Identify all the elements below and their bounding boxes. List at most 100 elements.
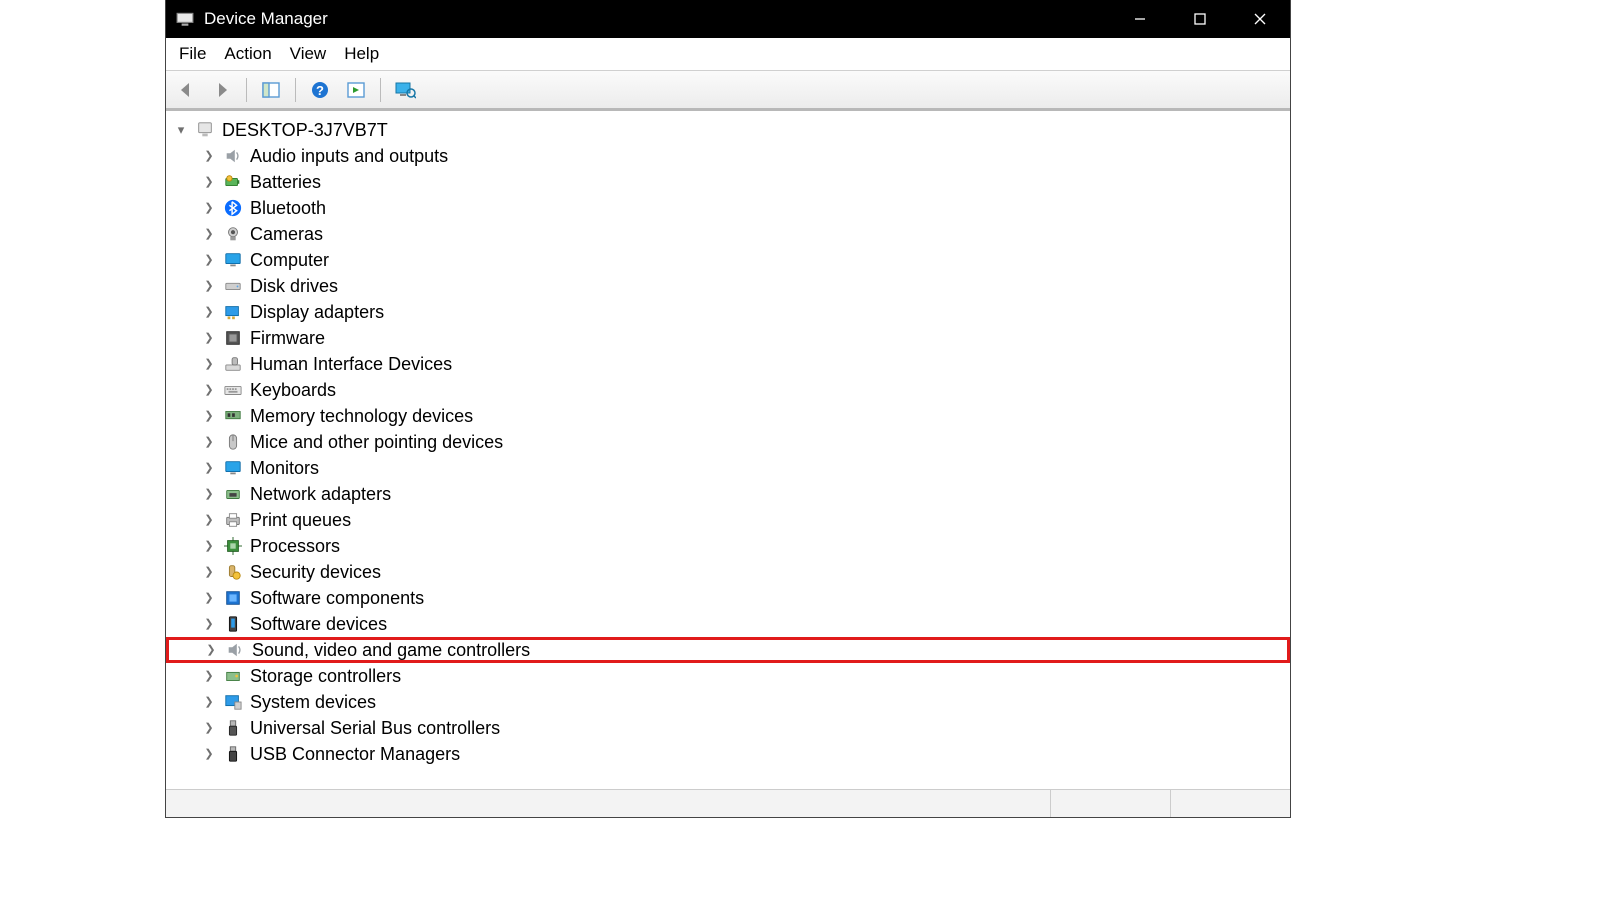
tree-category-node[interactable]: ❯Sound, video and game controllers [166,637,1290,663]
battery-icon [222,171,244,193]
chevron-right-icon[interactable]: ❯ [200,247,218,273]
tree-category-label: Firmware [250,325,325,351]
chevron-right-icon[interactable]: ❯ [200,715,218,741]
chevron-right-icon[interactable]: ❯ [200,195,218,221]
chevron-right-icon[interactable]: ❯ [200,169,218,195]
network-icon [222,483,244,505]
tree-category-node[interactable]: ❯ Monitors [166,455,1290,481]
firmware-icon [222,327,244,349]
chevron-right-icon[interactable]: ❯ [200,507,218,533]
statusbar [166,789,1290,817]
menu-view[interactable]: View [290,44,327,64]
toolbar: ? [166,71,1290,111]
memory-icon [222,405,244,427]
tree-category-label: System devices [250,689,376,715]
status-cell [1050,790,1170,817]
help-button[interactable]: ? [306,76,334,104]
forward-button[interactable] [208,76,236,104]
tree-category-node[interactable]: ❯ Computer [166,247,1290,273]
tree-category-label: Mice and other pointing devices [250,429,503,455]
chevron-right-icon[interactable]: ❯ [200,299,218,325]
tree-category-label: Network adapters [250,481,391,507]
tree-category-node[interactable]: ❯ USB Connector Managers [166,741,1290,767]
toolbar-separator [380,78,381,102]
tree-category-label: Processors [250,533,340,559]
back-button[interactable] [172,76,200,104]
properties-button[interactable] [342,76,370,104]
menu-file[interactable]: File [179,44,206,64]
chevron-right-icon[interactable]: ❯ [200,455,218,481]
tree-category-node[interactable]: ❯Batteries [166,169,1290,195]
close-button[interactable] [1230,0,1290,38]
usb-icon [222,717,244,739]
disk-icon [222,275,244,297]
chevron-right-icon[interactable]: ❯ [200,403,218,429]
menu-action[interactable]: Action [224,44,271,64]
maximize-button[interactable] [1170,0,1230,38]
app-icon [176,10,194,28]
chevron-right-icon[interactable]: ❯ [200,273,218,299]
tree-category-node[interactable]: ❯ Keyboards [166,377,1290,403]
tree-category-label: Disk drives [250,273,338,299]
status-cell [1170,790,1290,817]
chevron-right-icon[interactable]: ❯ [200,585,218,611]
tree-category-node[interactable]: ❯ Universal Serial Bus controllers [166,715,1290,741]
chevron-right-icon[interactable]: ❯ [200,325,218,351]
tree-category-node[interactable]: ❯ Processors [166,533,1290,559]
system-icon [222,691,244,713]
tree-category-node[interactable]: ❯ Print queues [166,507,1290,533]
tree-root-node[interactable]: ▾DESKTOP-3J7VB7T [166,117,1290,143]
tree-category-node[interactable]: ❯Display adapters [166,299,1290,325]
menu-help[interactable]: Help [344,44,379,64]
show-hide-tree-button[interactable] [257,76,285,104]
tree-category-node[interactable]: ❯ Bluetooth [166,195,1290,221]
tree-category-node[interactable]: ❯ System devices [166,689,1290,715]
titlebar: Device Manager [166,0,1290,38]
device-tree[interactable]: ▾DESKTOP-3J7VB7T❯Audio inputs and output… [166,111,1290,789]
tree-category-node[interactable]: ❯Software devices [166,611,1290,637]
tree-category-node[interactable]: ❯Audio inputs and outputs [166,143,1290,169]
tree-category-label: Computer [250,247,329,273]
tree-category-node[interactable]: ❯ Network adapters [166,481,1290,507]
monitor-icon [222,457,244,479]
chevron-right-icon[interactable]: ❯ [200,533,218,559]
window-title: Device Manager [204,9,328,29]
display-adapter-icon [222,301,244,323]
chevron-right-icon[interactable]: ❯ [200,741,218,767]
tree-category-label: Keyboards [250,377,336,403]
chevron-right-icon[interactable]: ❯ [200,351,218,377]
chevron-right-icon[interactable]: ❯ [200,689,218,715]
chevron-right-icon[interactable]: ❯ [200,481,218,507]
chevron-right-icon[interactable]: ❯ [200,663,218,689]
chevron-right-icon[interactable]: ❯ [200,429,218,455]
tree-category-node[interactable]: ❯Human Interface Devices [166,351,1290,377]
titlebar-left: Device Manager [176,9,328,29]
chevron-right-icon[interactable]: ❯ [200,221,218,247]
tree-category-label: Print queues [250,507,351,533]
tree-category-node[interactable]: ❯Storage controllers [166,663,1290,689]
menubar: File Action View Help [166,38,1290,71]
tree-category-label: Universal Serial Bus controllers [250,715,500,741]
tree-category-node[interactable]: ❯ Disk drives [166,273,1290,299]
chevron-right-icon[interactable]: ❯ [202,637,220,663]
monitor-icon [222,249,244,271]
tree-category-node[interactable]: ❯ Mice and other pointing devices [166,429,1290,455]
chevron-right-icon[interactable]: ❯ [200,143,218,169]
tree-category-node[interactable]: ❯ Firmware [166,325,1290,351]
tree-category-label: USB Connector Managers [250,741,460,767]
speaker-icon [222,145,244,167]
chevron-right-icon[interactable]: ❯ [200,611,218,637]
chevron-right-icon[interactable]: ❯ [200,559,218,585]
tree-category-node[interactable]: ❯Security devices [166,559,1290,585]
chevron-right-icon[interactable]: ❯ [200,377,218,403]
scan-hardware-button[interactable] [391,76,419,104]
software-component-icon [222,587,244,609]
tree-category-label: Monitors [250,455,319,481]
tree-category-node[interactable]: ❯Cameras [166,221,1290,247]
minimize-button[interactable] [1110,0,1170,38]
printer-icon [222,509,244,531]
chevron-down-icon[interactable]: ▾ [172,117,190,143]
tree-category-label: Bluetooth [250,195,326,221]
tree-category-node[interactable]: ❯Memory technology devices [166,403,1290,429]
tree-category-node[interactable]: ❯Software components [166,585,1290,611]
